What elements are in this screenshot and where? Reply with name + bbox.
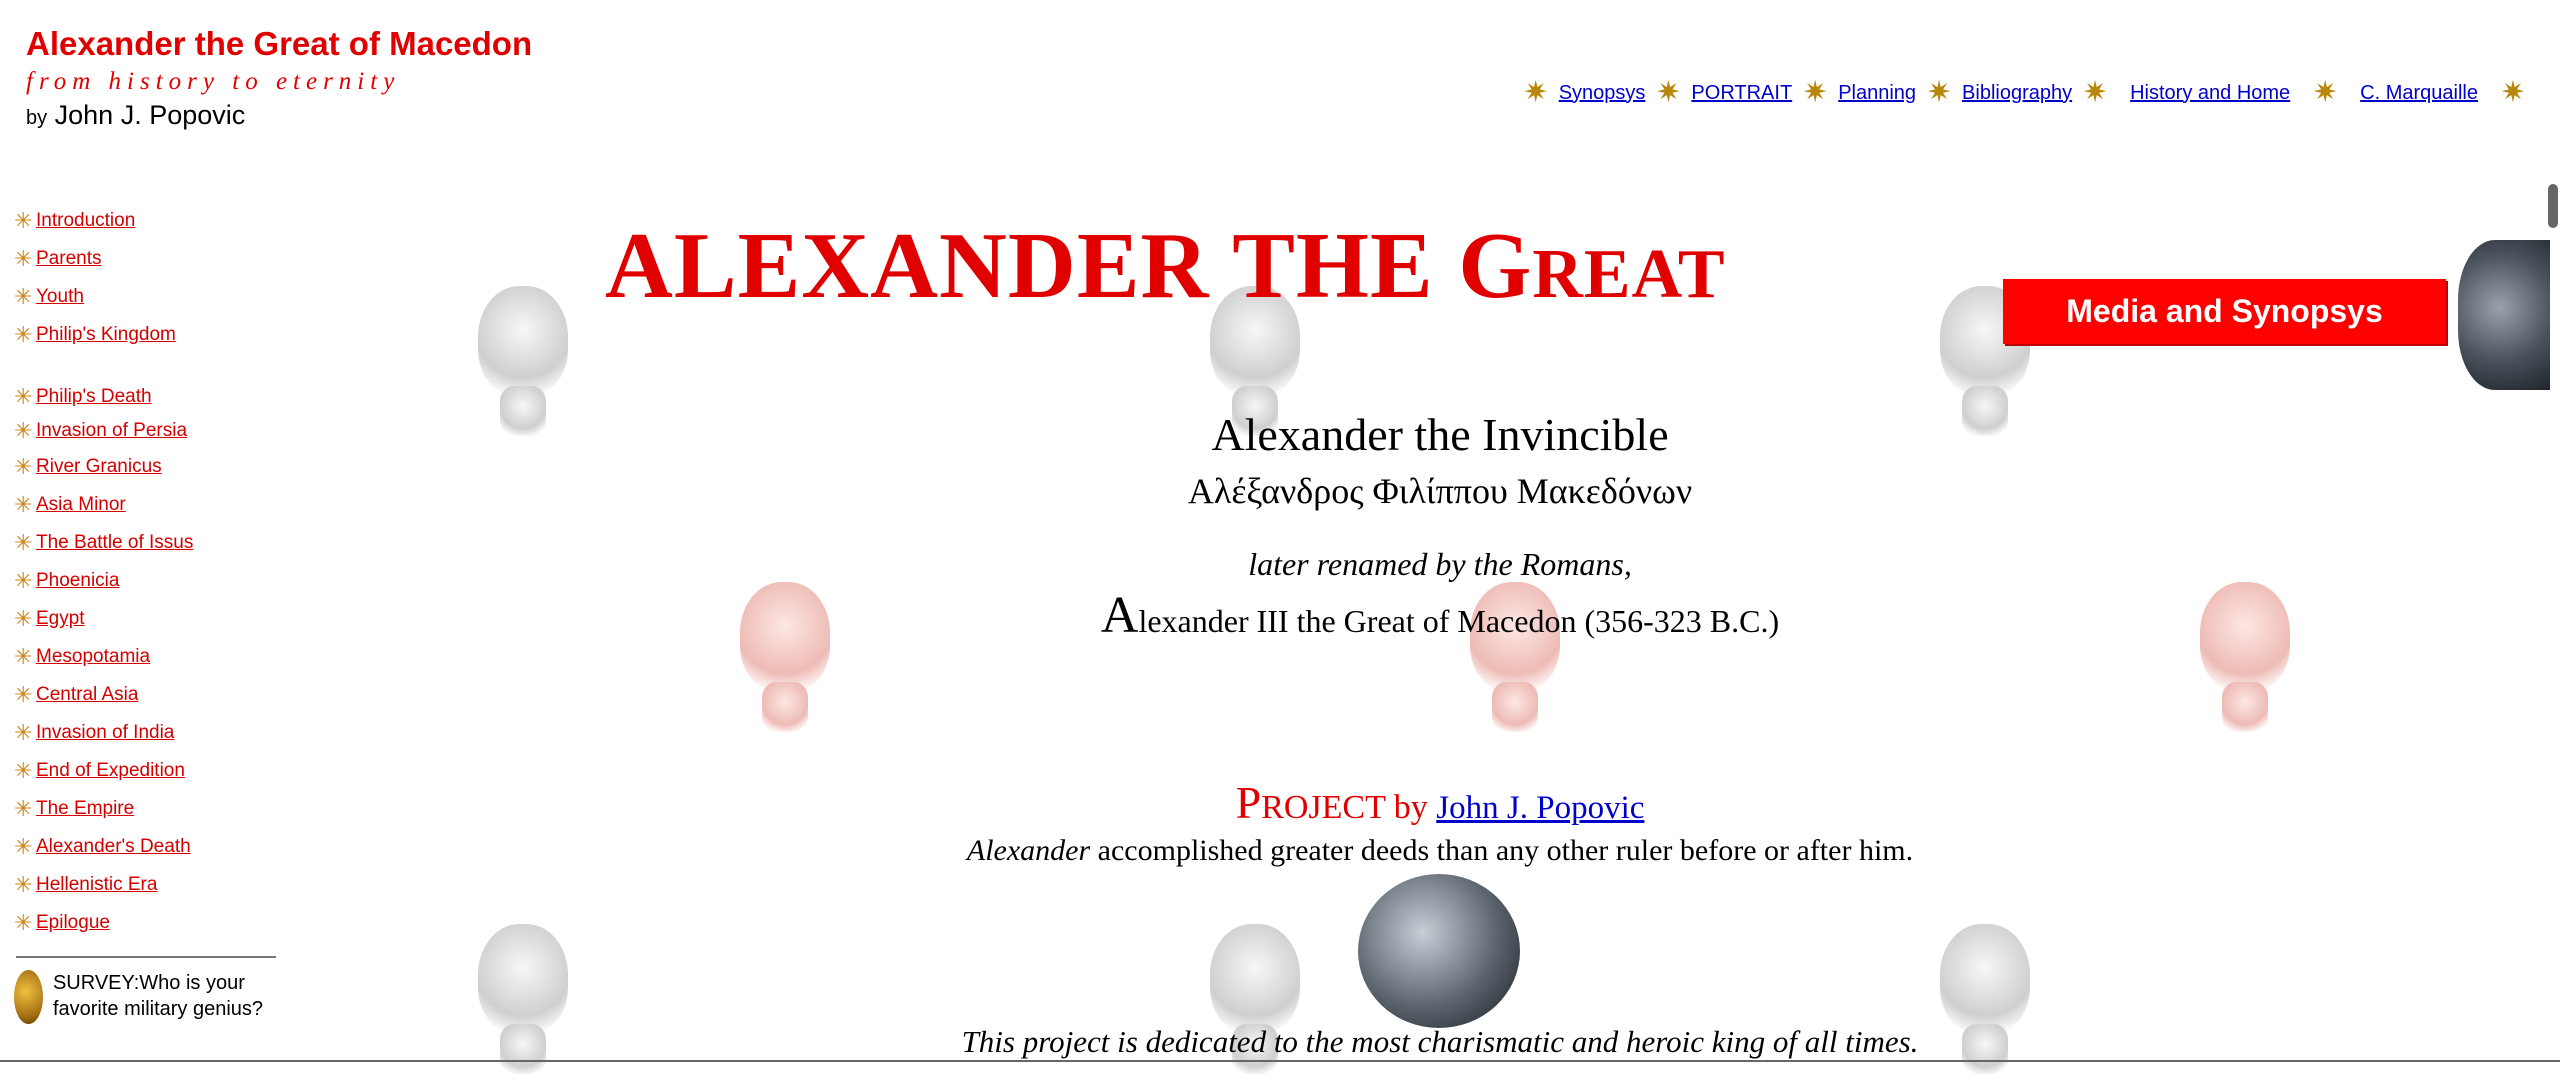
star-bullet-icon: ✳ — [14, 322, 33, 347]
nav-marquaille-link[interactable]: C. Marquaille — [2360, 82, 2478, 105]
sidebar-item-hellenistic-era[interactable]: ✳ Hellenistic Era — [14, 866, 289, 904]
page-title: ALEXANDER THE GREAT — [605, 212, 1726, 320]
author-link[interactable]: John J. Popovic — [1436, 790, 1644, 826]
title-main: ALEXANDER THE G — [605, 214, 1533, 318]
dropcap: A — [1100, 587, 1139, 644]
project-cap: P — [1235, 777, 1262, 828]
subtitle-full-name: Alexander III the Great of Macedon (356-… — [0, 586, 2560, 645]
sidebar-link[interactable]: Hellenistic Era — [36, 874, 157, 896]
sidebar-link[interactable]: Parents — [36, 248, 101, 270]
sun-star-icon: ✷ — [1523, 76, 1549, 109]
sidebar-item-youth[interactable]: ✳ Youth — [14, 278, 289, 316]
star-bullet-icon: ✳ — [14, 682, 33, 707]
byline-prefix: by — [26, 107, 48, 129]
sidebar-link[interactable]: Introduction — [36, 210, 135, 232]
sidebar-link[interactable]: Mesopotamia — [36, 646, 150, 668]
star-bullet-icon: ✳ — [14, 720, 33, 745]
sidebar-link[interactable]: Philip's Kingdom — [36, 324, 176, 346]
project-label: PROJECT by — [1236, 777, 1428, 828]
alexander-coin-image — [1358, 874, 1520, 1028]
coin-portrait-image — [2458, 240, 2550, 390]
sidebar-link[interactable]: Invasion of India — [36, 722, 174, 744]
nav-synopsys-link[interactable]: Synopsys — [1559, 82, 1646, 105]
nav-history-home-link[interactable]: History and Home — [2130, 82, 2290, 105]
star-bullet-icon: ✳ — [14, 246, 33, 271]
star-bullet-icon: ✳ — [14, 910, 33, 935]
star-bullet-icon: ✳ — [14, 284, 33, 309]
star-bullet-icon: ✳ — [14, 384, 33, 409]
deeds-rest: accomplished greater deeds than any othe… — [1097, 834, 1914, 867]
gold-mask-icon — [14, 970, 43, 1024]
subtitle-invincible: Alexander the Invincible — [1211, 409, 1669, 460]
sidebar-item-introduction[interactable]: ✳ Introduction — [14, 202, 289, 240]
sidebar-item-epilogue[interactable]: ✳ Epilogue — [14, 904, 289, 942]
sidebar-divider — [16, 956, 276, 958]
deeds-text: Alexander accomplished greater deeds tha… — [0, 834, 2560, 868]
sidebar-link[interactable]: Youth — [36, 286, 84, 308]
sun-star-icon: ✷ — [2082, 76, 2108, 109]
project-by: by — [1393, 789, 1428, 826]
media-synopsys-button[interactable]: Media and Synopsys — [2003, 279, 2446, 344]
site-title: Alexander the Great of Macedon — [26, 25, 533, 62]
sidebar-link[interactable]: Central Asia — [36, 684, 138, 706]
sidebar-link[interactable]: Philip's Death — [36, 386, 152, 408]
deeds-name: Alexander — [966, 834, 1091, 867]
survey-link[interactable]: SURVEY:Who is your favorite military gen… — [14, 970, 289, 1024]
dedication-text: This project is dedicated to the most ch… — [961, 1024, 1919, 1059]
project-heading: PROJECT by John J. Popovic — [0, 776, 2560, 829]
full-name-rest: lexander III the Great of Macedon (356-3… — [1138, 603, 1780, 639]
scrollbar-thumb[interactable] — [2548, 184, 2558, 228]
sun-star-icon: ✷ — [1655, 76, 1681, 109]
sidebar-item-invasion-of-india[interactable]: ✳ Invasion of India — [14, 714, 289, 752]
sun-star-icon: ✷ — [2312, 76, 2338, 109]
nav-bibliography-link[interactable]: Bibliography — [1962, 82, 2072, 105]
byline-name: John J. Popovic — [54, 100, 246, 130]
star-bullet-icon: ✳ — [14, 644, 33, 669]
project-rest: ROJECT — [1261, 789, 1386, 826]
star-bullet-icon: ✳ — [14, 208, 33, 233]
star-bullet-icon: ✳ — [14, 872, 33, 897]
survey-text: SURVEY:Who is your favorite military gen… — [52, 972, 264, 1020]
top-navigation: ✷ Synopsys ✷ PORTRAIT ✷ Planning ✷ Bibli… — [1519, 78, 2530, 108]
sidebar-item-philips-kingdom[interactable]: ✳ Philip's Kingdom — [14, 316, 289, 354]
nav-portrait-link[interactable]: PORTRAIT — [1691, 82, 1792, 105]
sidebar-link[interactable]: Epilogue — [36, 912, 110, 934]
sidebar-item-parents[interactable]: ✳ Parents — [14, 240, 289, 278]
subtitle-greek: Αλέξανδρος Φιλίππου Μακεδόνων — [1187, 471, 1693, 511]
site-header: Alexander the Great of Macedon from hist… — [26, 22, 532, 135]
title-rest: REAT — [1532, 236, 1726, 313]
nav-planning-link[interactable]: Planning — [1838, 82, 1916, 105]
sun-star-icon: ✷ — [1926, 76, 1952, 109]
site-byline: by John J. Popovic — [26, 98, 532, 135]
subtitle-romans: later renamed by the Romans, — [1248, 546, 1632, 582]
site-tagline: from history to eternity — [26, 68, 401, 95]
sun-star-icon: ✷ — [2500, 76, 2526, 109]
sidebar-item-central-asia[interactable]: ✳ Central Asia — [14, 676, 289, 714]
sun-star-icon: ✷ — [1802, 76, 1828, 109]
